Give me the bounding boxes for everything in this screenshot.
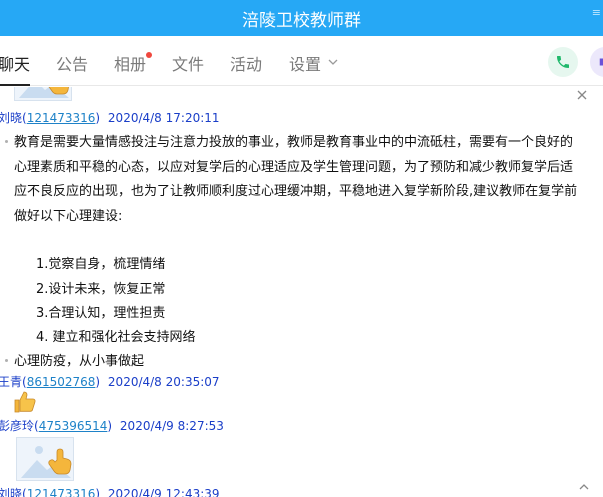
- window-corner-control[interactable]: ≡: [592, 6, 601, 19]
- image-placeholder-icon: [21, 446, 72, 478]
- tab-announcements[interactable]: 公告: [56, 36, 88, 86]
- chevron-down-icon[interactable]: [328, 58, 338, 66]
- tab-album[interactable]: 相册: [114, 36, 153, 86]
- tab-files[interactable]: 文件: [172, 36, 204, 86]
- phone-icon: [557, 56, 569, 68]
- message-time: 2020/4/8 20:35:07: [107, 375, 220, 389]
- tab-settings[interactable]: 设置: [289, 36, 321, 86]
- sender-id-link[interactable]: 121473316: [27, 487, 96, 497]
- message-line: 心理素质和平稳的心态，以应对复学后的心理适应及学生管理问题，为了预防和减少教师复…: [14, 160, 574, 175]
- chevron-up-icon[interactable]: [579, 483, 589, 491]
- tab-chat[interactable]: 聊天: [0, 36, 31, 86]
- message-sender: 王青(861502768) 2020/4/8 20:35:07: [0, 375, 220, 389]
- message-time: 2020/4/8 17:20:11: [107, 111, 220, 125]
- video-call-button[interactable]: [590, 47, 603, 77]
- message-time: 2020/4/9 8:27:53: [119, 419, 224, 433]
- sender-id-link[interactable]: 475396514: [39, 419, 108, 433]
- tab-activities[interactable]: 活动: [230, 36, 262, 86]
- message-line: 教育是需要大量情感投注与注意力投放的事业，教师是教育事业中的中流砥柱，需要有一个…: [14, 135, 574, 150]
- sender-name[interactable]: 彭彦玲: [0, 419, 34, 433]
- group-tab-bar: 聊天 公告 相册 文件 活动 设置: [0, 36, 603, 86]
- sender-name[interactable]: 刘晓: [0, 111, 22, 125]
- voice-call-button[interactable]: [548, 47, 578, 77]
- tab-album-label: 相册: [114, 55, 147, 74]
- image-thumbnail[interactable]: [14, 87, 72, 101]
- image-placeholder-icon: [19, 87, 69, 98]
- unread-dot: [146, 52, 153, 58]
- message-line: 应不良反应的出现，也为了让教师顺利度过心理缓冲期，平稳地进入复学新阶段,建议教师…: [14, 184, 578, 199]
- sender-id-link[interactable]: 861502768: [27, 375, 96, 389]
- message-line: 心理防疫，从小事做起: [14, 354, 145, 369]
- message-time: 2020/4/9 12:43:39: [107, 487, 220, 497]
- message-bullet: [5, 140, 8, 143]
- message-sender: 彭彦玲(475396514) 2020/4/9 8:27:53: [0, 419, 224, 433]
- message-list-item: 2.设计未来，恢复正常: [36, 282, 166, 297]
- message-sender: 刘晓(121473316) 2020/4/8 17:20:11: [0, 111, 220, 125]
- sender-name[interactable]: 王青: [0, 375, 22, 389]
- message-line: 做好以下心理建设:: [14, 209, 123, 224]
- window-title: 涪陵卫校教师群: [242, 10, 361, 31]
- thumbs-up-emoji-icon: [14, 391, 36, 413]
- sender-name[interactable]: 刘晓: [0, 487, 22, 497]
- message-list-item: 4. 建立和强化社会支持网络: [36, 330, 196, 345]
- window-titlebar: 涪陵卫校教师群 ≡: [0, 0, 603, 36]
- message-sender: 刘晓(121473316) 2020/4/9 12:43:39: [0, 485, 220, 497]
- message-bullet: [5, 359, 8, 362]
- sender-id-link[interactable]: 121473316: [27, 111, 96, 125]
- image-thumbnail[interactable]: [16, 437, 74, 481]
- message-list-item: 3.合理认知，理性担责: [36, 306, 166, 321]
- message-list-item: 1.觉察自身，梳理情绪: [36, 257, 166, 272]
- video-icon: [599, 58, 603, 66]
- close-icon[interactable]: [576, 89, 588, 101]
- chat-message-area[interactable]: 刘晓(121473316) 2020/4/8 17:20:11 教育是需要大量情…: [0, 87, 603, 497]
